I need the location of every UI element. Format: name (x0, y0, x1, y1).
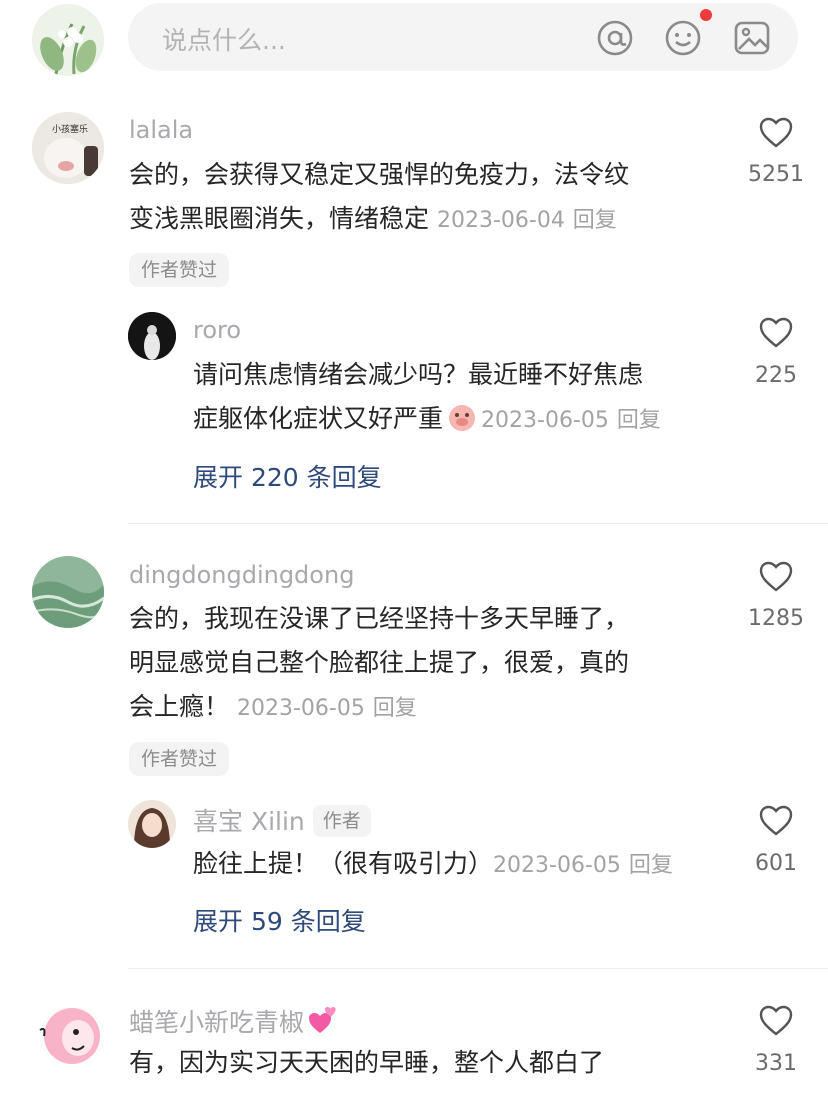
comment-username[interactable]: lalala (129, 116, 193, 144)
reply-text-line: 脸往上提！（很有吸引力）2023-06-05 回复 (193, 842, 733, 888)
lily-of-valley-icon (32, 4, 104, 76)
sparkling-hearts-icon (306, 1003, 340, 1037)
commenter-avatar[interactable] (32, 1000, 104, 1072)
like-count: 331 (755, 1051, 797, 1076)
commenter-avatar[interactable] (32, 556, 104, 628)
like-count: 5251 (748, 162, 804, 187)
reply-text: 请问焦虑情绪会减少吗？最近睡不好焦虑 症躯体化症状又好严重 2023-06-05… (193, 353, 733, 443)
comment-username[interactable]: dingdongdingdong (129, 561, 354, 589)
reply-text: 脸往上提！（很有吸引力）2023-06-05 回复 (193, 842, 733, 888)
comment-username: 蜡笔小新吃青椒 (129, 1003, 340, 1039)
comment-username-text[interactable]: 蜡笔小新吃青椒 (129, 1008, 304, 1037)
expand-replies-link[interactable]: 展开 220 条回复 (193, 458, 382, 494)
author-badge: 作者 (312, 805, 371, 837)
author-liked-badge: 作者赞过 (129, 253, 230, 287)
comment-text-line: 明显感觉自己整个脸都往上提了，很爱，真的 (129, 648, 630, 677)
commenter-avatar[interactable]: 小孩塞乐 (32, 112, 104, 184)
dark-portrait-icon (128, 312, 176, 360)
reply-username-text[interactable]: 喜宝 Xilin (193, 807, 305, 836)
comment-text-line: 会的，我现在没课了已经坚持十多天早睡了， (129, 604, 630, 633)
comment-input-bar[interactable]: 说点什么... (128, 3, 798, 71)
image-icon[interactable] (733, 19, 771, 57)
reply-button[interactable]: 回复 (629, 853, 673, 878)
reply-avatar[interactable] (128, 312, 176, 360)
comment-text-line: 变浅黑眼圈消失，情绪稳定 (129, 204, 430, 233)
comment-text: 会的，会获得又稳定又强悍的免疫力，法令纹 变浅黑眼圈消失，情绪稳定 2023-0… (129, 153, 729, 243)
expand-replies-link[interactable]: 展开 59 条回复 (193, 902, 366, 938)
like-count: 601 (755, 851, 797, 876)
reply-button[interactable]: 回复 (573, 208, 617, 233)
mention-icon[interactable] (596, 19, 634, 57)
reply-text-line: 请问焦虑情绪会减少吗？最近睡不好焦虑 (193, 360, 644, 389)
reply-button[interactable]: 回复 (617, 408, 661, 433)
comment-text-line: 变浅黑眼圈消失，情绪稳定 2023-06-04 回复 (129, 197, 729, 243)
reply-username: 喜宝 Xilin 作者 (193, 802, 371, 838)
reply-text-line: 脸往上提！（很有吸引力） (193, 849, 494, 878)
emoji-icon[interactable] (664, 19, 702, 57)
comment-date: 2023-06-04 (436, 208, 565, 233)
pig-emoji-icon (447, 402, 477, 432)
green-water-icon (32, 556, 104, 628)
comment-divider (128, 968, 828, 969)
reply-button[interactable]: 回复 (373, 696, 417, 721)
comment-text-line: 会上瘾！ (129, 692, 230, 721)
comment-date: 2023-06-05 (236, 696, 365, 721)
notification-dot (700, 9, 712, 21)
reply-avatar[interactable] (128, 800, 176, 848)
comment-text-line: 会上瘾！ 2023-06-05 回复 (129, 685, 729, 731)
reply-username[interactable]: roro (193, 316, 241, 344)
comment-text-line: 有，因为实习天天困的早睡，整个人都白了 (129, 1048, 605, 1077)
comment-text-line: 会的，会获得又稳定又强悍的免疫力，法令纹 (129, 160, 630, 189)
like-count: 1285 (748, 606, 804, 631)
author-liked-badge: 作者赞过 (129, 742, 230, 776)
reply-text-line: 症躯体化症状又好严重 2023-06-05 回复 (193, 397, 733, 443)
cartoon-face-icon (39, 1008, 100, 1064)
comment-input-placeholder: 说点什么... (162, 26, 286, 55)
heart-icon[interactable] (758, 115, 794, 151)
heart-icon[interactable] (758, 315, 794, 351)
my-avatar[interactable] (32, 4, 104, 76)
heart-icon[interactable] (758, 803, 794, 839)
comment-text: 有，因为实习天天困的早睡，整个人都白了 (129, 1041, 729, 1085)
heart-icon[interactable] (758, 559, 794, 595)
comment-text: 会的，我现在没课了已经坚持十多天早睡了， 明显感觉自己整个脸都往上提了，很爱，真… (129, 597, 729, 731)
avatar-caption: 小孩塞乐 (52, 125, 89, 135)
reply-date: 2023-06-05 (493, 853, 621, 878)
reply-date: 2023-06-05 (481, 408, 609, 433)
portrait-icon (128, 800, 176, 848)
reply-text-line: 症躯体化症状又好严重 (193, 404, 444, 433)
heart-icon[interactable] (758, 1003, 794, 1039)
comment-divider (128, 523, 828, 524)
like-count: 225 (755, 363, 797, 388)
